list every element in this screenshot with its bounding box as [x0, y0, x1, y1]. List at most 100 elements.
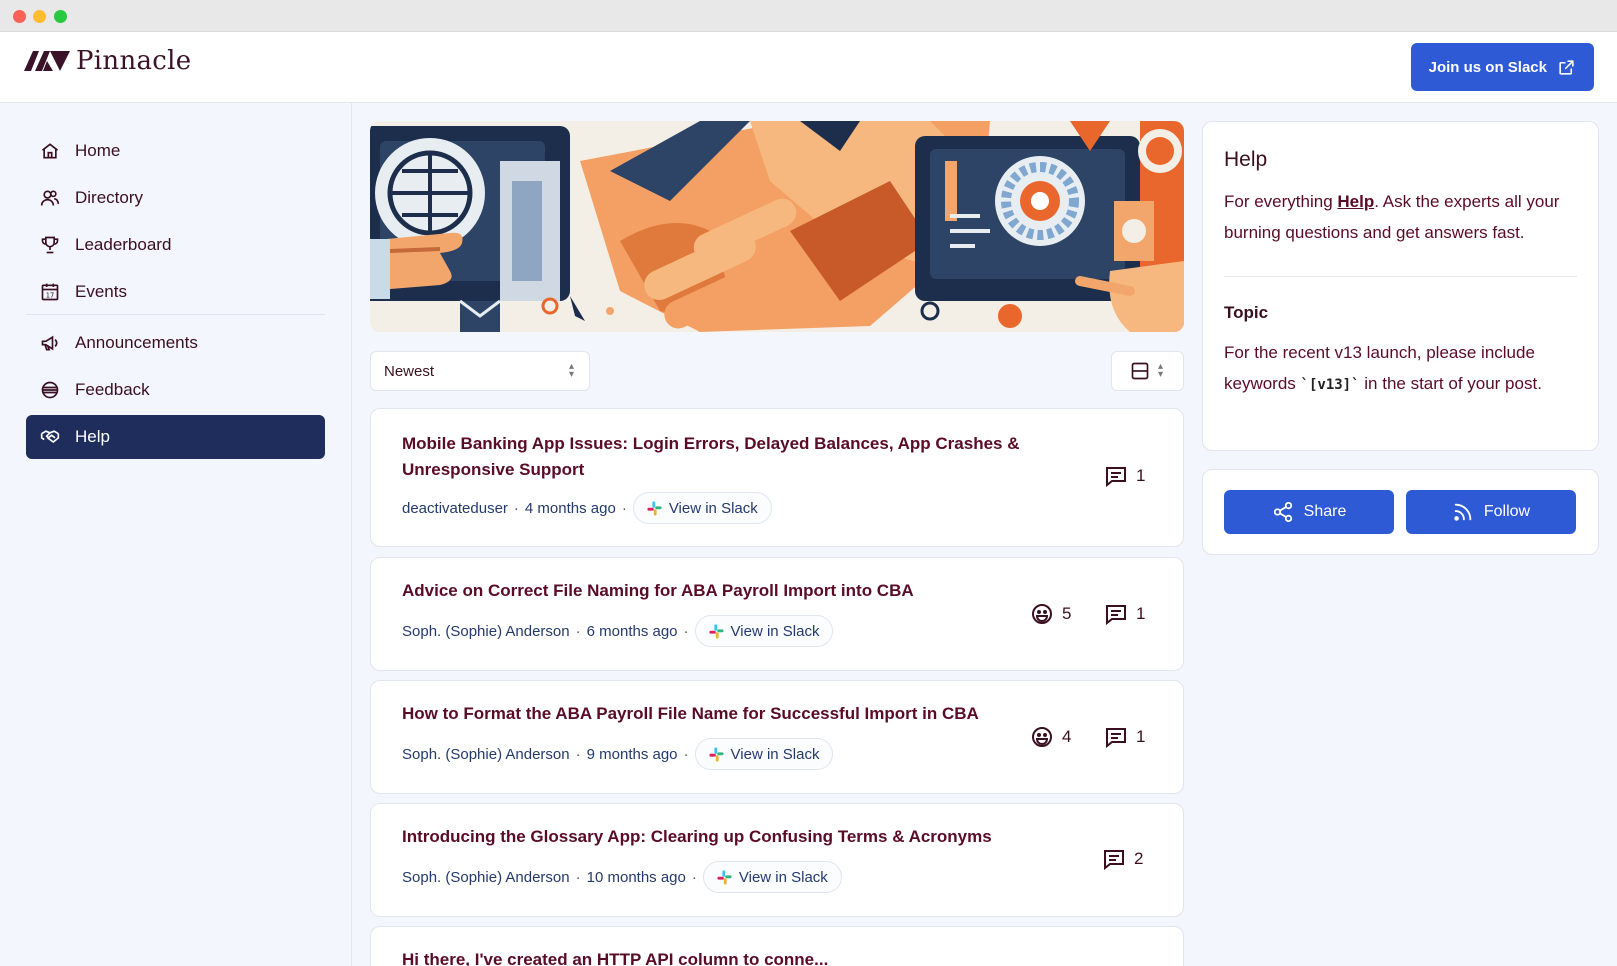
card-divider: [1224, 276, 1577, 277]
share-icon: [1273, 501, 1292, 523]
share-button[interactable]: Share: [1224, 490, 1394, 534]
comment-count-value: 1: [1136, 466, 1146, 485]
comment-count[interactable]: 1: [1104, 725, 1145, 749]
comment-count-value: 2: [1134, 849, 1144, 868]
separator: ·: [683, 622, 689, 640]
follow-button[interactable]: Follow: [1406, 490, 1576, 534]
post-title-line: Mobile Banking App Issues: Login Errors,…: [402, 434, 1020, 453]
sidebar-item-events[interactable]: 17 Events: [26, 270, 325, 314]
view-in-slack-button[interactable]: View in Slack: [694, 615, 834, 647]
post-card[interactable]: Introducing the Glossary App: Clearing u…: [370, 803, 1184, 917]
reaction-count[interactable]: 4: [1030, 725, 1071, 749]
sidebar-item-home[interactable]: Home: [26, 129, 325, 173]
post-meta: Soph. (Sophie) Anderson · 9 months ago ·…: [402, 738, 834, 770]
pinnacle-logo-icon: [24, 51, 70, 71]
sidebar-item-directory[interactable]: Directory: [26, 176, 325, 220]
view-in-slack-label: View in Slack: [730, 745, 820, 763]
close-window-button[interactable]: [13, 10, 26, 23]
sidebar-item-label: Directory: [75, 188, 144, 207]
top-header: Pinnacle Join us on Slack: [0, 32, 1617, 103]
comment-count-value: 1: [1136, 727, 1146, 746]
sidebar-item-feedback[interactable]: Feedback: [26, 368, 325, 412]
post-author[interactable]: deactivateduser: [402, 500, 508, 517]
sidebar-item-announcements[interactable]: Announcements: [26, 321, 325, 365]
comment-count[interactable]: 1: [1104, 464, 1145, 488]
post-card[interactable]: Mobile Banking App Issues: Login Errors,…: [370, 408, 1184, 547]
megaphone-icon: [39, 332, 61, 354]
sidebar-item-label: Leaderboard: [75, 235, 172, 254]
maximize-window-button[interactable]: [54, 10, 67, 23]
view-in-slack-button[interactable]: View in Slack: [694, 738, 834, 770]
comment-count-value: 1: [1136, 604, 1146, 623]
separator: ·: [621, 499, 627, 517]
text-segment: in the start of your post.: [1359, 374, 1542, 393]
view-layout-select[interactable]: ▴ ▾: [1111, 351, 1184, 391]
reaction-count-value: 5: [1062, 604, 1072, 623]
post-time: 4 months ago: [524, 499, 616, 517]
view-in-slack-button[interactable]: View in Slack: [702, 861, 842, 893]
separator: ·: [691, 868, 697, 886]
post-author[interactable]: Soph. (Sophie) Anderson: [402, 869, 570, 886]
slack-icon: [708, 623, 724, 639]
topic-banner-image: [370, 121, 1184, 332]
post-title[interactable]: Hi there, I've created an HTTP API colum…: [402, 947, 828, 966]
post-author[interactable]: Soph. (Sophie) Anderson: [402, 623, 570, 640]
actions-card: Share Follow: [1202, 469, 1599, 555]
post-title[interactable]: Mobile Banking App Issues: Login Errors,…: [402, 431, 1020, 483]
sort-select-value: Newest: [384, 362, 435, 380]
join-slack-button[interactable]: Join us on Slack: [1410, 43, 1594, 91]
sidebar-divider: [26, 314, 325, 315]
slack-icon: [647, 500, 662, 516]
window-titlebar: [0, 0, 1617, 32]
sidebar-item-label: Help: [75, 427, 110, 446]
post-title[interactable]: Introducing the Glossary App: Clearing u…: [402, 824, 992, 850]
layout-icon: [1131, 362, 1149, 380]
sidebar-item-leaderboard[interactable]: Leaderboard: [26, 223, 325, 267]
reaction-count-value: 4: [1062, 727, 1072, 746]
sidebar-item-help[interactable]: Help: [26, 415, 325, 459]
comment-count[interactable]: 1: [1104, 602, 1145, 626]
help-topic-link[interactable]: Help: [1337, 192, 1374, 211]
keyword-code: `[v13]`: [1300, 377, 1360, 393]
sidebar: Home Directory Leaderboard 17 Events Ann: [0, 103, 352, 966]
rss-icon: [1454, 503, 1472, 521]
post-card[interactable]: How to Format the ABA Payroll File Name …: [370, 680, 1184, 794]
people-icon: [39, 187, 61, 209]
minimize-window-button[interactable]: [33, 10, 46, 23]
sort-select[interactable]: Newest ▴ ▾: [370, 351, 590, 391]
post-title-line: Unresponsive Support: [402, 460, 585, 479]
feedback-icon: [39, 379, 61, 401]
sidebar-item-label: Feedback: [75, 380, 150, 399]
logo[interactable]: Pinnacle: [24, 46, 191, 76]
topic-info-card: Help For everything Help. Ask the expert…: [1202, 121, 1599, 451]
chevron-updown-icon: ▴ ▾: [568, 361, 574, 380]
post-card[interactable]: Hi there, I've created an HTTP API colum…: [370, 926, 1184, 966]
comment-count[interactable]: 2: [1102, 847, 1143, 871]
view-in-slack-button[interactable]: View in Slack: [632, 492, 772, 524]
post-meta: deactivateduser · 4 months ago · View in…: [402, 492, 772, 524]
view-in-slack-label: View in Slack: [668, 499, 758, 517]
post-title[interactable]: Advice on Correct File Naming for ABA Pa…: [402, 578, 914, 604]
app-name: Pinnacle: [76, 46, 192, 76]
topic-title: Help: [1224, 148, 1268, 171]
calendar-icon: 17: [39, 281, 61, 303]
topic-guidelines: For the recent v13 launch, please includ…: [1224, 337, 1584, 401]
view-in-slack-label: View in Slack: [738, 868, 828, 886]
smiley-icon: [1032, 727, 1052, 747]
external-link-icon: [1559, 59, 1574, 75]
sidebar-item-label: Home: [75, 141, 121, 160]
chevron-updown-icon: ▴ ▾: [1158, 361, 1164, 380]
post-card[interactable]: Advice on Correct File Naming for ABA Pa…: [370, 557, 1184, 671]
post-time: 10 months ago: [586, 868, 686, 886]
slack-icon: [717, 869, 732, 885]
sidebar-item-label: Announcements: [75, 333, 198, 352]
post-title[interactable]: How to Format the ABA Payroll File Name …: [402, 701, 979, 727]
topic-subheading: Topic: [1224, 303, 1269, 322]
home-icon: [39, 140, 61, 162]
post-author[interactable]: Soph. (Sophie) Anderson: [402, 746, 570, 763]
reaction-count[interactable]: 5: [1030, 602, 1071, 626]
topic-description: For everything Help. Ask the experts all…: [1224, 186, 1584, 248]
post-meta: Soph. (Sophie) Anderson · 10 months ago …: [402, 861, 842, 893]
view-in-slack-label: View in Slack: [730, 622, 820, 640]
smiley-icon: [1032, 604, 1052, 624]
